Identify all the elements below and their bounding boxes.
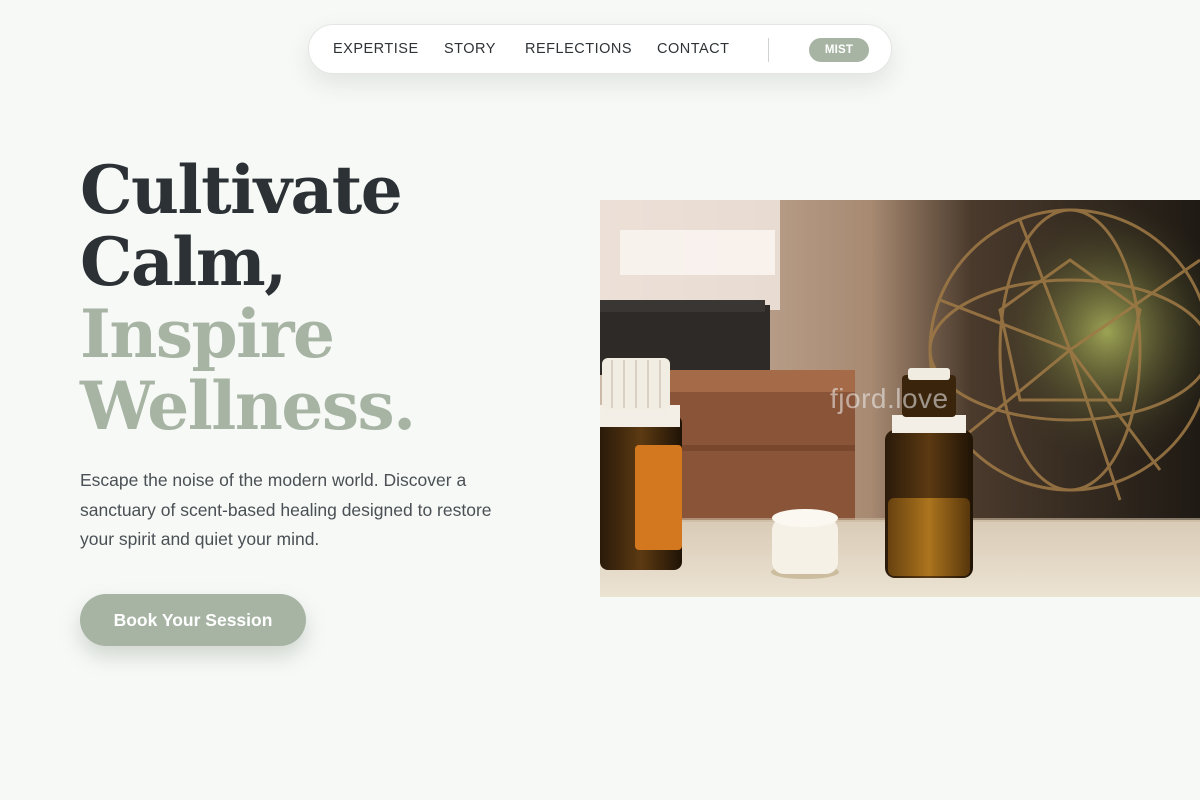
nav-divider [768,38,769,62]
headline-line-3: Inspire [80,295,335,373]
book-session-button[interactable]: Book Your Session [80,594,306,646]
headline-line-4: Wellness. [80,367,416,445]
image-watermark: fjord.love [830,383,949,414]
nav-item-expertise[interactable]: EXPERTISE [333,41,419,57]
nav-item-contact[interactable]: CONTACT [657,41,730,57]
hero-headline: Cultivate Calm, Inspire Wellness. [80,151,416,445]
headline-line-1: Cultivate [80,151,403,229]
nav-item-story[interactable]: STORY [444,41,496,57]
headline-line-2: Calm, [80,223,287,301]
theme-toggle-pill[interactable]: MIST [809,38,869,62]
nav-item-reflections[interactable]: REFLECTIONS [525,41,632,57]
top-nav: EXPERTISE STORY REFLECTIONS CONTACT MIST [308,24,892,74]
hero-description: Escape the noise of the modern world. Di… [80,470,492,549]
essential-oil-bottles-photo: fjord.love [600,200,1200,597]
